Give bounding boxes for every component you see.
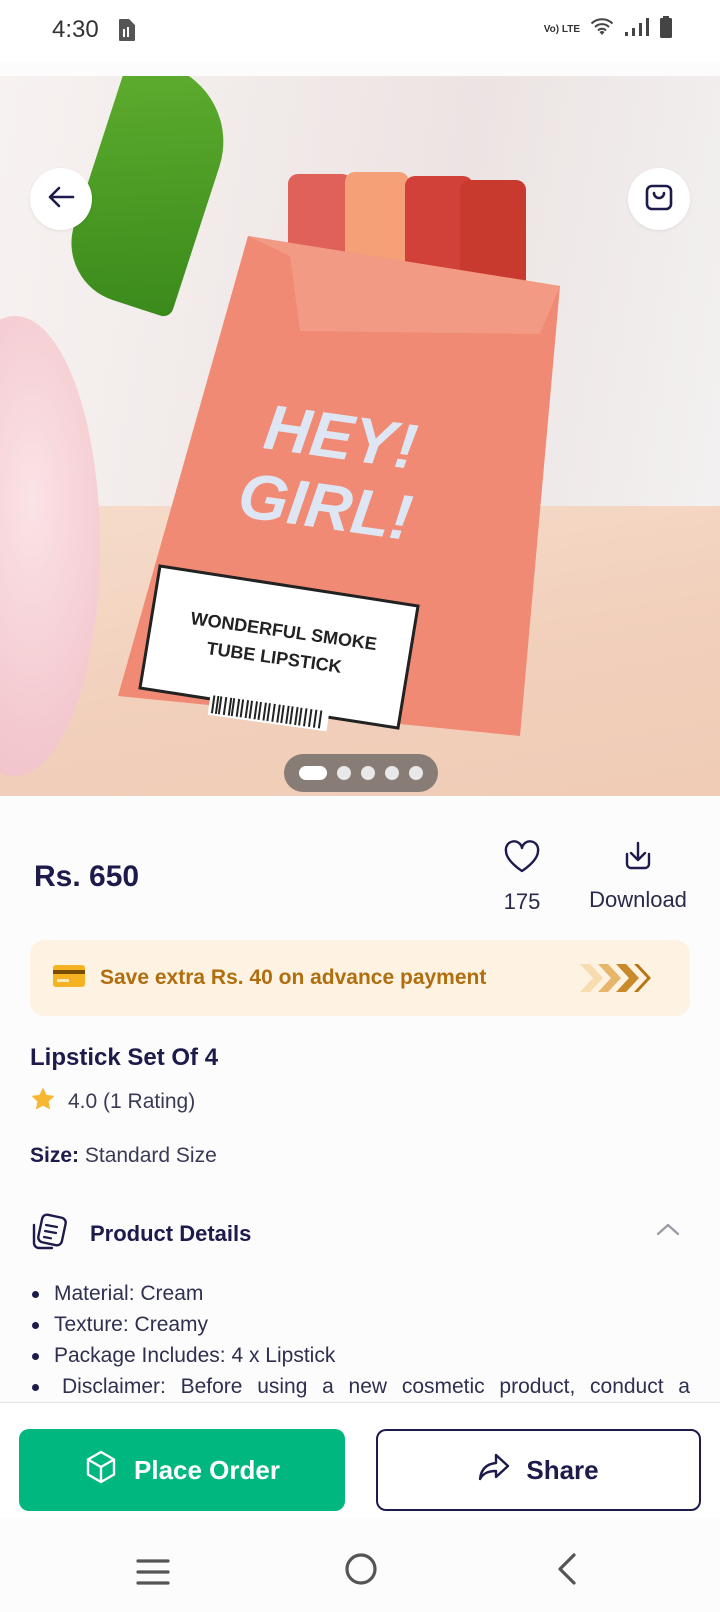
product-photo: WONDERFUL SMOKE TUBE LIPSTICK HEY! GIRL!: [118, 172, 560, 736]
product-title: Lipstick Set Of 4: [30, 1044, 219, 1071]
product-details-list: Material: Cream Texture: Creamy Package …: [30, 1278, 690, 1402]
download-button[interactable]: Download: [580, 840, 696, 913]
arrow-left-icon: [47, 185, 75, 214]
heart-icon: [503, 840, 541, 878]
shopping-bag-icon: [644, 182, 674, 217]
download-label: Download: [589, 887, 687, 912]
document-icon: [30, 1213, 68, 1256]
advance-payment-banner[interactable]: Save extra Rs. 40 on advance payment: [30, 940, 690, 1016]
carousel-dot-1[interactable]: [299, 766, 327, 780]
chevron-up-icon[interactable]: [656, 1222, 680, 1241]
sim-card-icon: [116, 18, 136, 47]
carousel-dot-2[interactable]: [337, 766, 351, 780]
carousel-indicator: [284, 754, 438, 792]
share-icon: [478, 1452, 510, 1489]
star-icon: [30, 1086, 56, 1118]
size-label: Size:: [30, 1144, 80, 1167]
place-order-label: Place Order: [134, 1454, 280, 1485]
detail-item-texture: Texture: Creamy: [30, 1309, 690, 1340]
box-icon: [84, 1450, 118, 1491]
signal-icon: [624, 17, 650, 42]
carousel-dot-5[interactable]: [409, 766, 423, 780]
chevrons-right-icon: [576, 962, 652, 994]
carousel-dot-4[interactable]: [385, 766, 399, 780]
product-details-title: Product Details: [90, 1221, 252, 1246]
wifi-icon: [590, 17, 614, 42]
volte-indicator: Vo) LTE: [543, 23, 580, 35]
share-label: Share: [526, 1454, 599, 1485]
bottom-action-bar: Place Order Share: [0, 1402, 720, 1518]
product-size: Size: Standard Size: [30, 1144, 217, 1168]
product-details-header[interactable]: Product Details: [30, 1212, 690, 1256]
rating-text: 4.0 (1 Rating): [68, 1090, 196, 1113]
wishlist-count: 175: [503, 889, 541, 914]
product-rating[interactable]: 4.0 (1 Rating): [30, 1086, 195, 1118]
recent-apps-icon[interactable]: [136, 1558, 170, 1591]
detail-item-disclaimer: Disclaimer: Before using a new cosmetic …: [30, 1371, 690, 1402]
status-bar: 4:30 Vo) LTE: [0, 0, 720, 62]
credit-card-icon: [52, 963, 86, 994]
product-price: Rs. 650: [34, 860, 140, 893]
cart-button[interactable]: [628, 168, 690, 230]
promo-text: Save extra Rs. 40 on advance payment: [100, 966, 487, 989]
battery-icon: [660, 16, 672, 43]
download-icon: [621, 841, 655, 876]
detail-item-material: Material: Cream: [30, 1278, 690, 1309]
wishlist-button[interactable]: 175: [494, 840, 550, 915]
share-button[interactable]: Share: [376, 1429, 701, 1511]
place-order-button[interactable]: Place Order: [19, 1429, 345, 1511]
home-icon[interactable]: [344, 1552, 378, 1591]
back-button[interactable]: [30, 168, 92, 230]
carousel-dot-3[interactable]: [361, 766, 375, 780]
detail-item-package: Package Includes: 4 x Lipstick: [30, 1340, 690, 1371]
size-value: Standard Size: [84, 1144, 217, 1167]
nav-back-icon[interactable]: [556, 1552, 578, 1591]
product-image-carousel[interactable]: WONDERFUL SMOKE TUBE LIPSTICK HEY! GIRL!: [0, 76, 720, 796]
system-navigation-bar: [0, 1518, 720, 1612]
status-time: 4:30: [52, 16, 99, 43]
